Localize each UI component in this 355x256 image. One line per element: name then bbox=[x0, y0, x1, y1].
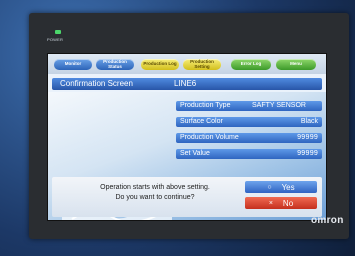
touch-screen: Monitor Production Status Production Log… bbox=[47, 53, 327, 221]
tab-bar: Monitor Production Status Production Log… bbox=[48, 54, 326, 74]
field-surface-color: Surface Color Black bbox=[176, 117, 322, 127]
yes-button[interactable]: ○ Yes bbox=[245, 181, 317, 193]
dialog-message-line2: Do you want to continue? bbox=[115, 194, 195, 201]
confirmation-dialog: Operation starts with above setting. Do … bbox=[52, 177, 322, 217]
tab-production-log[interactable]: Production Log bbox=[141, 59, 179, 70]
power-led-icon bbox=[55, 30, 61, 34]
field-production-volume: Production Volume 99999 bbox=[176, 133, 322, 143]
tab-production-status[interactable]: Production Status bbox=[96, 59, 134, 70]
screen-title: Confirmation Screen bbox=[60, 79, 133, 88]
power-label: POWER bbox=[47, 37, 64, 42]
no-button[interactable]: × No bbox=[245, 197, 317, 209]
cross-icon: × bbox=[268, 199, 273, 207]
brand-logo: omron bbox=[311, 215, 344, 226]
dialog-message-line1: Operation starts with above setting. bbox=[100, 184, 210, 191]
circle-icon: ○ bbox=[267, 183, 272, 191]
line-label: LINE6 bbox=[174, 79, 197, 88]
tab-monitor[interactable]: Monitor bbox=[54, 59, 92, 70]
tab-error-log[interactable]: Error Log bbox=[231, 59, 271, 70]
tab-menu[interactable]: Menu bbox=[276, 59, 316, 70]
field-set-value: Set Value 99999 bbox=[176, 149, 322, 159]
screen-titlebar: Confirmation Screen LINE6 bbox=[52, 78, 322, 90]
field-production-type: Production Type SAFTY SENSOR bbox=[176, 101, 322, 111]
tab-production-setting[interactable]: Production Setting bbox=[183, 59, 221, 70]
